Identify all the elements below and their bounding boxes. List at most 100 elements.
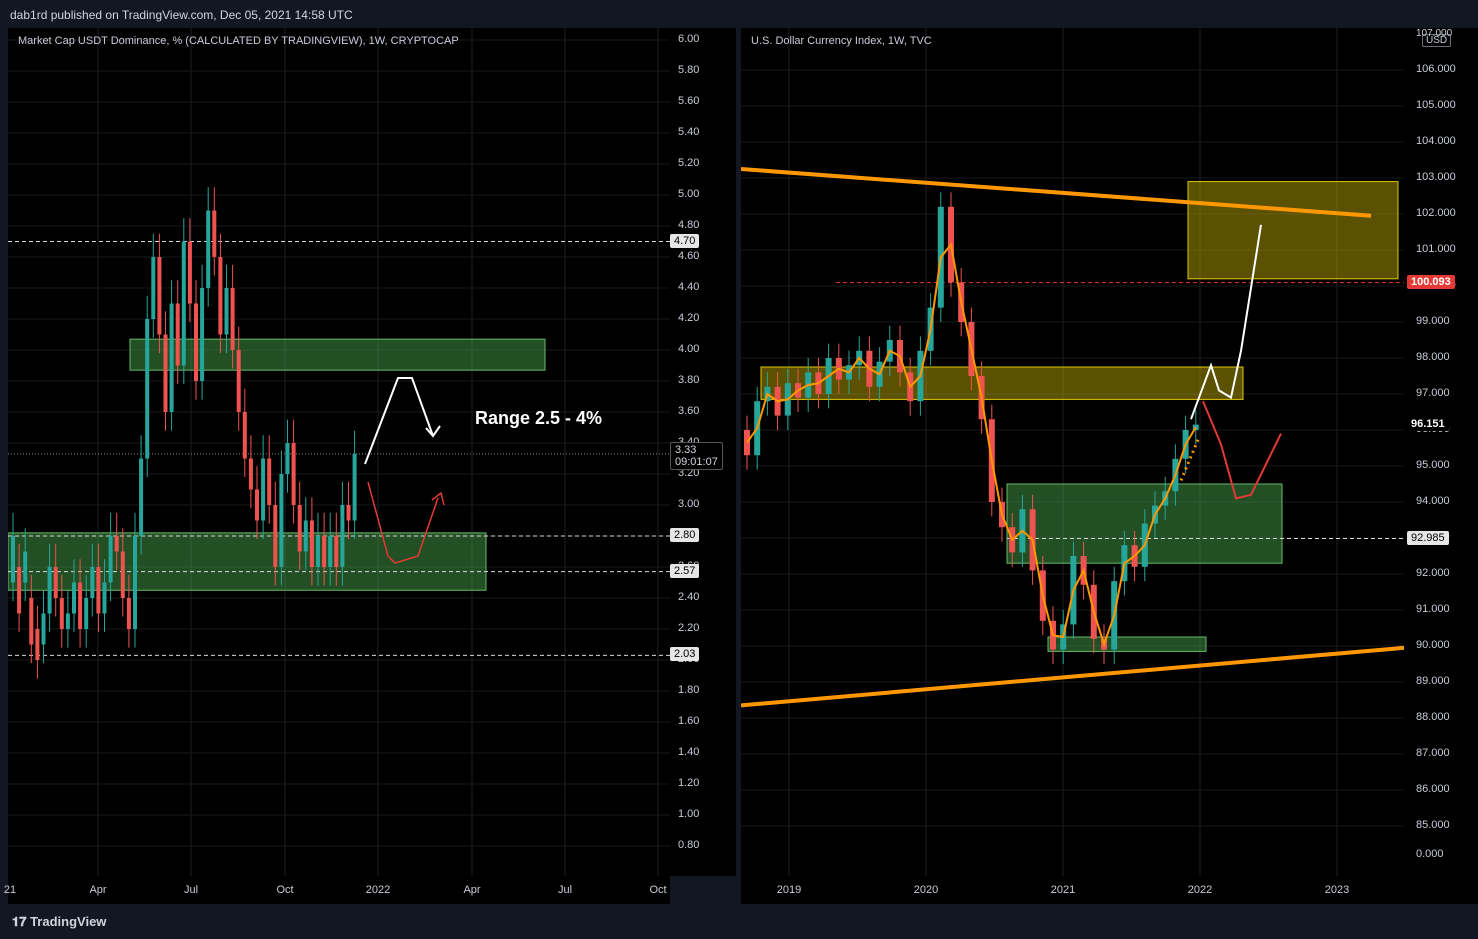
- candle-body: [212, 210, 217, 257]
- candle-body: [309, 520, 314, 567]
- level-price-tag: 2.03: [670, 647, 700, 662]
- left-time-axis[interactable]: 21 Apr Jul Oct 2022 Apr Jul Oct: [4, 876, 670, 904]
- candle-body: [151, 257, 156, 319]
- candle-body: [41, 613, 46, 645]
- candle-body: [59, 598, 64, 629]
- right-time-axis[interactable]: 2019 2020 2021 2022 2023: [741, 876, 1404, 904]
- candle-body: [181, 241, 186, 366]
- candle-body: [65, 613, 70, 629]
- tradingview-logo-text: TradingView: [30, 914, 107, 929]
- candle-body: [261, 458, 266, 521]
- price-tick: 1.40: [678, 746, 700, 758]
- resistance-zone: [129, 338, 546, 371]
- candle-body: [90, 567, 95, 598]
- candle-body: [352, 453, 357, 521]
- candle-body: [236, 350, 241, 412]
- candle-body: [297, 505, 302, 552]
- price-tick: 92.000: [1416, 567, 1450, 579]
- publish-info: dab1rd published on TradingView.com, Dec…: [10, 8, 353, 22]
- candle-body: [157, 257, 162, 335]
- price-tick: 4.80: [678, 219, 700, 231]
- price-tick-zero: 0.000: [1416, 848, 1444, 860]
- yellow-zone-target: [1187, 181, 1399, 280]
- right-chart-canvas[interactable]: [741, 28, 1404, 904]
- price-tick: 99.000: [1416, 315, 1450, 327]
- candle-body: [273, 505, 278, 567]
- time-tick: Jul: [557, 884, 573, 896]
- candle-body: [206, 210, 211, 288]
- time-tick: 2019: [776, 884, 802, 896]
- moving-average-line: [746, 242, 1197, 648]
- price-tick: 1.20: [678, 777, 700, 789]
- tradingview-logo[interactable]: 𝟏𝟕 TradingView: [12, 914, 106, 930]
- price-tick: 103.000: [1416, 171, 1456, 183]
- candle-body: [218, 257, 223, 335]
- price-tick: 101.000: [1416, 243, 1456, 255]
- candle-body: [23, 551, 28, 583]
- tradingview-logo-icon: 𝟏𝟕: [12, 914, 31, 929]
- range-annotation: Range 2.5 - 4%: [475, 408, 603, 428]
- price-tick: 98.000: [1416, 351, 1450, 363]
- candle-body: [11, 536, 15, 583]
- time-tick: Oct: [649, 884, 667, 896]
- candle-body: [346, 505, 351, 521]
- candle-body: [78, 582, 83, 629]
- left-chart-pane[interactable]: Market Cap USDT Dominance, % (CALCULATED…: [8, 28, 670, 876]
- candle-body: [175, 303, 180, 366]
- left-chart-title: Market Cap USDT Dominance, % (CALCULATED…: [18, 35, 459, 47]
- candle-body: [29, 598, 34, 645]
- candle-body: [163, 334, 168, 412]
- white-path-arrow: [364, 377, 434, 465]
- candle-body: [303, 520, 308, 552]
- price-tick: 5.20: [678, 157, 700, 169]
- price-tick: 88.000: [1416, 711, 1450, 723]
- candle-body: [187, 241, 192, 304]
- candle-body: [139, 458, 144, 536]
- right-chart-pane[interactable]: U.S. Dollar Currency Index, 1W, TVC: [741, 28, 1404, 904]
- price-tick: 3.00: [678, 498, 700, 510]
- right-price-axis[interactable]: USD 106.000 105.000 104.000 103.000 102.000 1…: [1404, 28, 1478, 904]
- time-tick: 2020: [913, 884, 939, 896]
- price-tick: 105.000: [1416, 99, 1456, 111]
- lower-trendline: [741, 645, 1404, 708]
- candle-body: [102, 582, 107, 614]
- time-tick: 2022: [1187, 884, 1213, 896]
- price-tick: 95.000: [1416, 459, 1450, 471]
- price-tick: 3.60: [678, 405, 700, 417]
- price-tick: 4.00: [678, 343, 700, 355]
- left-price-axis[interactable]: 6.00 5.80 5.60 5.40 5.20 5.00 4.80 4.60 4.40 4.20…: [670, 28, 736, 876]
- candle-body: [328, 536, 333, 567]
- price-tick: 4.40: [678, 281, 700, 293]
- candle-body: [248, 458, 253, 490]
- candle-body: [242, 412, 247, 459]
- price-tick: 2.40: [678, 591, 700, 603]
- candle-body: [120, 551, 125, 598]
- left-chart-canvas[interactable]: [8, 28, 670, 876]
- footer-bar: 𝟏𝟕 TradingView: [0, 904, 1478, 939]
- level-price-tag: 92.985: [1407, 530, 1449, 545]
- level-price-tag: 2.80: [670, 528, 700, 542]
- price-tick: 1.00: [678, 808, 700, 820]
- candle-body: [133, 536, 137, 629]
- candle-body: [108, 536, 113, 583]
- candle-body: [17, 567, 22, 614]
- candle-body: [224, 288, 229, 335]
- time-tick: Oct: [276, 884, 294, 896]
- price-tick: 90.000: [1416, 639, 1450, 651]
- candle-body: [340, 505, 345, 567]
- candle-body: [230, 288, 235, 350]
- candle-body: [285, 443, 290, 474]
- candle-body: [316, 536, 320, 567]
- candle-body: [53, 567, 58, 598]
- last-price-tag: 96.151: [1407, 416, 1449, 431]
- price-tick: 1.80: [678, 684, 700, 696]
- candle-body: [194, 303, 198, 381]
- candle-body: [145, 319, 150, 459]
- price-tick: 85.000: [1416, 819, 1450, 831]
- price-tick: 1.60: [678, 715, 700, 727]
- time-tick: Apr: [89, 884, 107, 896]
- candle-body: [279, 474, 284, 567]
- time-tick: 2022: [365, 884, 391, 896]
- price-tick: 104.000: [1416, 135, 1456, 147]
- candle-body: [255, 489, 259, 521]
